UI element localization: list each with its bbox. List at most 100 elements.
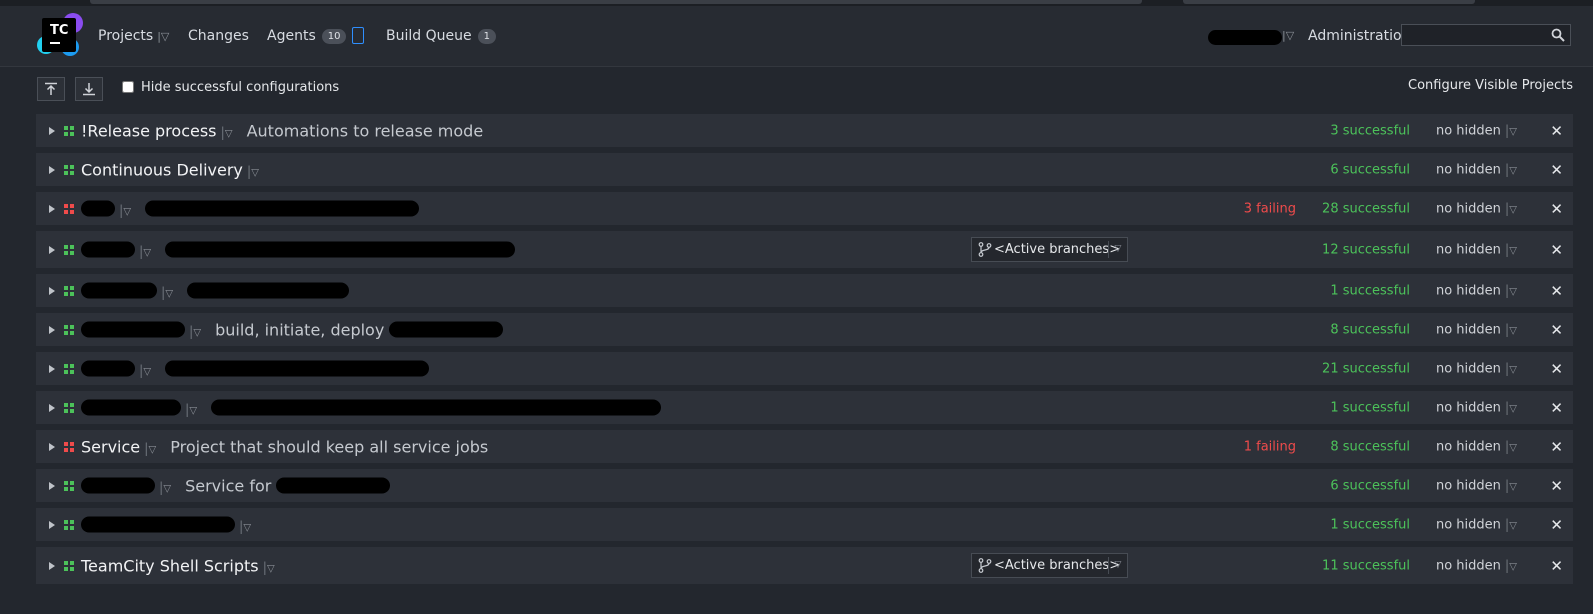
expand-arrow-icon[interactable]	[49, 126, 55, 135]
branch-dropdown-icon[interactable]: ▽	[1108, 240, 1127, 258]
hidden-dropdown-icon[interactable]: ▽	[1509, 520, 1517, 531]
project-name[interactable]: TeamCity Shell Scripts	[81, 556, 259, 575]
project-dropdown-icon[interactable]: ▽	[143, 247, 151, 258]
hidden-configs[interactable]: no hidden |▽	[1436, 478, 1517, 493]
successful-count[interactable]: 28 successful	[1322, 201, 1410, 216]
project-dropdown-icon[interactable]: ▽	[143, 366, 151, 377]
redacted-project-name[interactable]	[81, 321, 185, 337]
nav-administration[interactable]: Administration	[1308, 6, 1410, 66]
close-icon[interactable]: ✕	[1550, 557, 1563, 575]
close-icon[interactable]: ✕	[1550, 122, 1563, 140]
teamcity-logo[interactable]: TC	[37, 13, 83, 58]
close-icon[interactable]: ✕	[1550, 477, 1563, 495]
expand-arrow-icon[interactable]	[49, 364, 55, 373]
hidden-configs[interactable]: no hidden |▽	[1436, 517, 1517, 532]
hidden-dropdown-icon[interactable]: ▽	[1509, 245, 1517, 256]
hidden-dropdown-icon[interactable]: ▽	[1509, 204, 1517, 215]
hidden-dropdown-icon[interactable]: ▽	[1509, 286, 1517, 297]
close-icon[interactable]: ✕	[1550, 360, 1563, 378]
close-icon[interactable]: ✕	[1550, 241, 1563, 259]
redacted-project-name[interactable]	[81, 241, 135, 257]
branch-dropdown-icon[interactable]: ▽	[1108, 556, 1127, 574]
close-icon[interactable]: ✕	[1550, 516, 1563, 534]
close-icon[interactable]: ✕	[1550, 200, 1563, 218]
project-dropdown-icon[interactable]: ▽	[193, 327, 201, 338]
hidden-configs[interactable]: no hidden |▽	[1436, 558, 1517, 573]
hide-successful-label[interactable]: Hide successful configurations	[141, 80, 339, 95]
successful-count[interactable]: 6 successful	[1330, 478, 1410, 493]
hidden-dropdown-icon[interactable]: ▽	[1509, 364, 1517, 375]
redacted-project-name[interactable]	[81, 399, 181, 415]
hidden-configs[interactable]: no hidden |▽	[1436, 162, 1517, 177]
project-dropdown-icon[interactable]: ▽	[189, 405, 197, 416]
expand-arrow-icon[interactable]	[49, 403, 55, 412]
project-name[interactable]: !Release process	[81, 121, 217, 140]
hidden-dropdown-icon[interactable]: ▽	[1509, 126, 1517, 137]
projects-dropdown-icon[interactable]: |▽	[157, 30, 169, 43]
successful-count[interactable]: 8 successful	[1330, 439, 1410, 454]
nav-agents[interactable]: Agents 10	[267, 6, 365, 66]
successful-count[interactable]: 6 successful	[1330, 162, 1410, 177]
project-dropdown-icon[interactable]: ▽	[149, 444, 157, 455]
successful-count[interactable]: 21 successful	[1322, 361, 1410, 376]
successful-count[interactable]: 11 successful	[1322, 558, 1410, 573]
search-icon[interactable]	[1551, 28, 1565, 42]
redacted-project-name[interactable]	[81, 516, 235, 532]
project-name[interactable]: Continuous Delivery	[81, 160, 243, 179]
expand-all-button[interactable]	[75, 77, 103, 101]
expand-arrow-icon[interactable]	[49, 481, 55, 490]
hidden-configs[interactable]: no hidden |▽	[1436, 439, 1517, 454]
hidden-configs[interactable]: no hidden |▽	[1436, 201, 1517, 216]
project-dropdown-icon[interactable]: ▽	[165, 288, 173, 299]
project-dropdown-icon[interactable]: ▽	[243, 522, 251, 533]
expand-arrow-icon[interactable]	[49, 245, 55, 254]
successful-count[interactable]: 1 successful	[1330, 400, 1410, 415]
agent-status-icon[interactable]	[352, 27, 365, 44]
redacted-project-name[interactable]	[81, 477, 155, 493]
expand-arrow-icon[interactable]	[49, 520, 55, 529]
redacted-project-name[interactable]	[81, 200, 115, 216]
close-icon[interactable]: ✕	[1550, 161, 1563, 179]
failing-count[interactable]: 1 failing	[1244, 439, 1296, 454]
successful-count[interactable]: 1 successful	[1330, 283, 1410, 298]
hidden-configs[interactable]: no hidden |▽	[1436, 361, 1517, 376]
project-dropdown-icon[interactable]: ▽	[163, 483, 171, 494]
successful-count[interactable]: 8 successful	[1330, 322, 1410, 337]
configure-visible-projects-link[interactable]: Configure Visible Projects	[1408, 78, 1573, 93]
search-input[interactable]	[1406, 25, 1550, 47]
collapse-all-button[interactable]	[37, 77, 65, 101]
hidden-dropdown-icon[interactable]: ▽	[1509, 481, 1517, 492]
redacted-project-name[interactable]	[81, 360, 135, 376]
close-icon[interactable]: ✕	[1550, 282, 1563, 300]
hidden-configs[interactable]: no hidden |▽	[1436, 283, 1517, 298]
close-icon[interactable]: ✕	[1550, 399, 1563, 417]
project-name[interactable]: Service	[81, 437, 140, 456]
nav-build-queue[interactable]: Build Queue 1	[386, 6, 496, 66]
hidden-configs[interactable]: no hidden |▽	[1436, 400, 1517, 415]
failing-count[interactable]: 3 failing	[1244, 201, 1296, 216]
hidden-dropdown-icon[interactable]: ▽	[1509, 442, 1517, 453]
hide-successful-checkbox[interactable]	[122, 81, 134, 93]
hidden-configs[interactable]: no hidden |▽	[1436, 322, 1517, 337]
close-icon[interactable]: ✕	[1550, 438, 1563, 456]
expand-arrow-icon[interactable]	[49, 165, 55, 174]
expand-arrow-icon[interactable]	[49, 442, 55, 451]
user-menu[interactable]	[1208, 30, 1282, 45]
hidden-dropdown-icon[interactable]: ▽	[1509, 561, 1517, 572]
project-dropdown-icon[interactable]: ▽	[123, 206, 131, 217]
nav-changes[interactable]: Changes	[188, 6, 249, 66]
branch-selector[interactable]: <Active branches> ▽	[971, 552, 1128, 578]
expand-arrow-icon[interactable]	[49, 561, 55, 570]
project-dropdown-icon[interactable]: ▽	[251, 167, 259, 178]
hidden-dropdown-icon[interactable]: ▽	[1509, 403, 1517, 414]
project-dropdown-icon[interactable]: ▽	[267, 563, 275, 574]
expand-arrow-icon[interactable]	[49, 204, 55, 213]
successful-count[interactable]: 12 successful	[1322, 242, 1410, 257]
expand-arrow-icon[interactable]	[49, 286, 55, 295]
branch-selector[interactable]: <Active branches> ▽	[971, 236, 1128, 262]
successful-count[interactable]: 1 successful	[1330, 517, 1410, 532]
successful-count[interactable]: 3 successful	[1330, 123, 1410, 138]
hidden-dropdown-icon[interactable]: ▽	[1509, 165, 1517, 176]
redacted-project-name[interactable]	[81, 282, 157, 298]
nav-projects[interactable]: Projects |▽	[98, 6, 169, 66]
